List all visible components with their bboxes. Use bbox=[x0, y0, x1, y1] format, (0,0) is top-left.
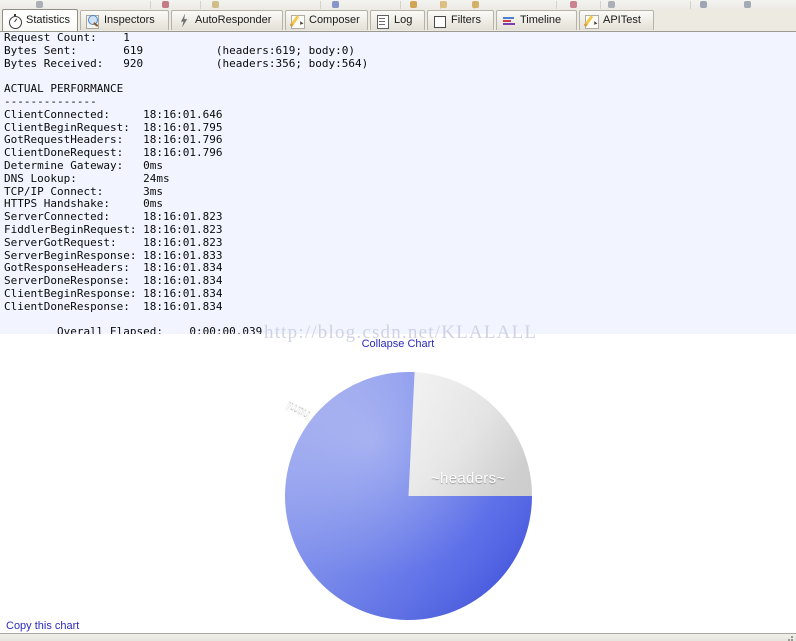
tab-apitest[interactable]: APITest bbox=[579, 10, 654, 30]
replay-icon[interactable] bbox=[36, 1, 43, 8]
tab-statistics[interactable]: Statistics bbox=[2, 9, 78, 31]
copy-this-chart-link[interactable]: Copy this chart bbox=[6, 620, 79, 632]
tab-filters-label: Filters bbox=[451, 14, 481, 26]
filter-icon bbox=[433, 14, 447, 28]
bolt-icon bbox=[177, 13, 191, 28]
pie-svg bbox=[285, 372, 532, 620]
statistics-text-panel[interactable]: Request Count: 1 Bytes Sent: 619 (header… bbox=[0, 32, 796, 334]
browse-icon[interactable] bbox=[700, 1, 707, 8]
clock-icon bbox=[8, 13, 22, 29]
log-icon bbox=[376, 14, 390, 29]
tab-composer[interactable]: Composer bbox=[285, 10, 368, 30]
statistics-report-text: Request Count: 1 Bytes Sent: 619 (header… bbox=[4, 32, 369, 334]
tab-apitest-label: APITest bbox=[603, 14, 641, 26]
tab-timeline-label: Timeline bbox=[520, 14, 562, 26]
tab-autoresponder[interactable]: AutoResponder bbox=[171, 10, 283, 30]
tab-autoresponder-label: AutoResponder bbox=[195, 14, 272, 26]
collapse-chart-link[interactable]: Collapse Chart bbox=[0, 338, 796, 350]
tab-inspectors[interactable]: Inspectors bbox=[80, 10, 169, 30]
remove-icon[interactable] bbox=[162, 1, 169, 8]
any-process-icon[interactable] bbox=[472, 1, 479, 8]
tab-composer-label: Composer bbox=[309, 14, 360, 26]
tab-log-label: Log bbox=[394, 14, 413, 26]
timeline-icon bbox=[502, 14, 516, 28]
save-icon[interactable] bbox=[608, 1, 615, 8]
tab-log[interactable]: Log bbox=[370, 10, 425, 30]
keep-icon[interactable] bbox=[440, 1, 447, 8]
clear-cache-icon[interactable] bbox=[744, 1, 751, 8]
find-icon[interactable] bbox=[570, 1, 577, 8]
tab-inspectors-label: Inspectors bbox=[104, 14, 155, 26]
resume-icon[interactable] bbox=[212, 1, 219, 8]
pencil-icon bbox=[289, 14, 305, 29]
tab-filters[interactable]: Filters bbox=[427, 10, 494, 30]
tab-statistics-label: Statistics bbox=[26, 14, 71, 26]
fiddler-statistics-window: Statistics Inspectors AutoResponder Comp… bbox=[0, 0, 796, 641]
resize-grip-icon[interactable] bbox=[782, 635, 794, 641]
stream-icon[interactable] bbox=[332, 1, 339, 8]
pencil-icon bbox=[583, 14, 599, 29]
tab-bar: Statistics Inspectors AutoResponder Comp… bbox=[0, 9, 796, 32]
magnifier-icon bbox=[86, 14, 100, 29]
pie-shading bbox=[285, 372, 532, 620]
decode-icon[interactable] bbox=[410, 1, 417, 8]
response-bytes-pie-chart[interactable]: ~headers~ html bbox=[283, 372, 532, 620]
tab-timeline[interactable]: Timeline bbox=[496, 10, 577, 30]
